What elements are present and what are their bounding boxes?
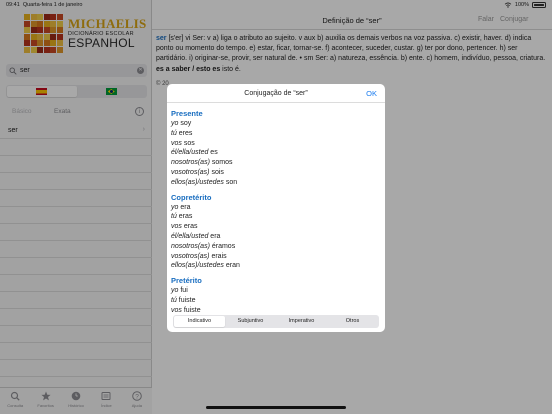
tense-section: Presente yo soy tú eres vos sos él/ella/uste… [171, 108, 385, 188]
pronoun: vos [171, 139, 182, 147]
verb-form: era [208, 232, 221, 240]
pronoun: vos [171, 223, 182, 231]
conjugation-line: vos eras [171, 222, 385, 232]
ok-button[interactable]: OK [366, 89, 377, 98]
conjugation-modal: Conjugação de “ser” OK Presente yo soy tú … [167, 84, 385, 332]
verb-form: eras [176, 213, 193, 221]
conjugation-line: tú fuiste [171, 296, 385, 306]
verb-form: eras [181, 223, 198, 231]
conjugation-line: nosotros(as) éramos [171, 242, 385, 252]
tense-name: Copretérito [171, 192, 212, 202]
pronoun: él/ella/usted [171, 149, 209, 157]
conjugation-line: tú eras [171, 212, 385, 222]
conjugation-line: vos fuiste [171, 306, 385, 313]
tense-name: Pretérito [171, 276, 202, 286]
conjugation-list[interactable]: Presente yo soy tú eres vos sos él/ella/uste… [167, 104, 385, 313]
verb-form: erais [209, 252, 227, 260]
conjugation-line: nosotros(as) somos [171, 158, 385, 168]
pronoun: ellos(as)/ustedes [171, 178, 224, 186]
conjugation-line: él/ella/usted era [171, 232, 385, 242]
verb-form: eran [223, 262, 240, 270]
mood-selector[interactable]: Indicativo Subjuntivo Imperativo Otros [173, 315, 379, 328]
home-indicator[interactable] [206, 406, 346, 409]
verb-form: era [178, 203, 191, 211]
pronoun: vosotros(as) [171, 252, 210, 260]
conjugation-line: tú eres [171, 129, 385, 139]
mood-option[interactable]: Imperativo [276, 316, 327, 327]
pronoun: vos [171, 306, 182, 313]
verb-form: son [223, 178, 238, 186]
mood-option[interactable]: Otros [327, 316, 378, 327]
conjugation-line: vos sos [171, 139, 385, 149]
conjugation-line: vosotros(as) sois [171, 168, 385, 178]
tense-section: Copretérito yo era tú eras vos eras él/ella/… [171, 192, 385, 272]
verb-form: sos [181, 139, 195, 147]
verb-form: es [208, 149, 218, 157]
conjugation-line: ellos(as)/ustedes eran [171, 261, 385, 271]
pronoun: vosotros(as) [171, 168, 210, 176]
tense-name: Presente [171, 109, 203, 118]
verb-form: somos [209, 159, 233, 167]
modal-title: Conjugação de “ser” [244, 90, 308, 97]
verb-form: eres [176, 129, 193, 137]
mood-option[interactable]: Subjuntivo [225, 316, 276, 327]
mood-option[interactable]: Indicativo [174, 316, 225, 327]
verb-form: sois [209, 168, 224, 176]
conjugation-line: ellos(as)/ustedes son [171, 178, 385, 188]
verb-form: fuiste [181, 306, 201, 313]
conjugation-line: yo era [171, 203, 385, 213]
conjugation-line: yo fui [171, 286, 385, 296]
conjugation-line: yo soy [171, 119, 385, 129]
tense-section: Pretérito yo fui tú fuiste vos fuiste [171, 275, 385, 313]
pronoun: nosotros(as) [171, 242, 210, 250]
pronoun: él/ella/usted [171, 232, 209, 240]
verb-form: fui [178, 287, 188, 295]
verb-form: soy [178, 120, 192, 127]
pronoun: ellos(as)/ustedes [171, 262, 224, 270]
pronoun: nosotros(as) [171, 159, 210, 167]
verb-form: fuiste [176, 296, 196, 304]
conjugation-line: vosotros(as) erais [171, 252, 385, 262]
verb-form: éramos [209, 242, 236, 250]
modal-header: Conjugação de “ser” OK [167, 84, 385, 103]
conjugation-line: él/ella/usted es [171, 148, 385, 158]
